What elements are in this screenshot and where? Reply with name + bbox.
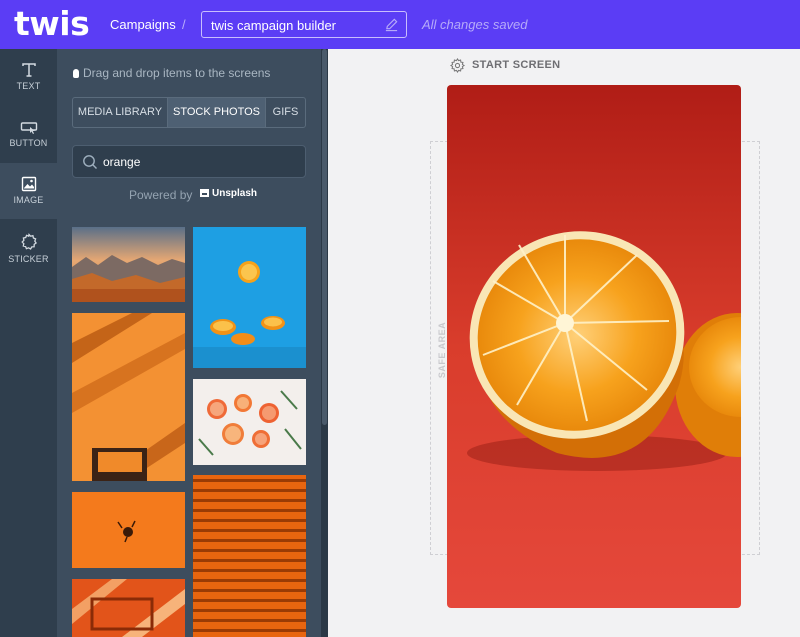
breadcrumb-campaigns[interactable]: Campaigns (110, 17, 176, 32)
campaign-title-text: twis campaign builder (211, 18, 337, 33)
save-status: All changes saved (422, 17, 528, 32)
lightbulb-icon (73, 69, 79, 78)
photo-orange-spiral-image (72, 579, 185, 637)
panel-scroll-thumb[interactable] (322, 49, 327, 425)
campaign-title-field[interactable]: twis campaign builder (201, 11, 407, 38)
stock-photo-orange-figure[interactable] (72, 492, 185, 568)
search-box[interactable] (72, 145, 306, 178)
tool-rail: TEXT BUTTON IMAGE STICKER (0, 49, 57, 637)
photo-grapefruit-slices-image (193, 379, 306, 465)
stock-photo-mountains[interactable] (72, 227, 185, 302)
powered-by-label: Powered by (129, 188, 193, 202)
rail-item-image[interactable]: IMAGE (0, 163, 57, 219)
stock-photo-orange-spiral[interactable] (72, 579, 185, 637)
button-icon (20, 122, 37, 134)
sticker-icon (20, 233, 37, 250)
stock-photos-panel: Drag and drop items to the screens MEDIA… (57, 49, 321, 637)
start-screen-text: START SCREEN (472, 59, 561, 71)
photo-mountains-image (72, 227, 185, 302)
top-bar: twis Campaigns / twis campaign builder A… (0, 0, 800, 49)
gear-icon[interactable] (450, 58, 465, 73)
panel-scrollbar[interactable] (321, 49, 328, 637)
tab-media-library[interactable]: MEDIA LIBRARY (73, 98, 168, 127)
stock-photo-grapefruit-slices[interactable] (193, 379, 306, 465)
search-input[interactable] (103, 153, 293, 171)
safe-area-label: SAFE AREA (437, 321, 447, 379)
breadcrumb-separator: / (182, 17, 186, 32)
text-icon (21, 63, 36, 77)
image-icon (21, 176, 36, 192)
rail-label-text: TEXT (16, 81, 41, 91)
rail-label-image: IMAGE (13, 195, 44, 205)
rail-item-button[interactable]: BUTTON (0, 106, 57, 162)
start-screen-label[interactable]: START SCREEN (450, 58, 560, 73)
stock-photo-orange-blinds[interactable] (193, 475, 306, 637)
rail-label-sticker: STICKER (8, 254, 49, 264)
tab-stock-photos[interactable]: STOCK PHOTOS (168, 98, 266, 127)
photo-orange-stairs-image (72, 313, 185, 481)
photo-orange-blinds-image (193, 475, 306, 637)
screen-preview[interactable] (447, 85, 741, 608)
rail-item-text[interactable]: TEXT (0, 49, 57, 105)
media-tabs: MEDIA LIBRARY STOCK PHOTOS GIFS (72, 97, 306, 128)
pencil-icon[interactable] (384, 17, 399, 32)
app-logo[interactable]: twis (14, 4, 90, 43)
tab-gifs[interactable]: GIFS (266, 98, 305, 127)
drag-hint-text: Drag and drop items to the screens (83, 66, 271, 80)
stock-photo-orange-slices-blue[interactable] (193, 227, 306, 368)
photo-orange-figure-image (72, 492, 185, 568)
photo-orange-slices-blue-image (193, 227, 306, 368)
orange-background-image[interactable] (447, 85, 741, 608)
rail-item-sticker[interactable]: STICKER (0, 220, 57, 276)
unsplash-logo[interactable]: Unsplash (200, 188, 257, 199)
search-icon (83, 155, 97, 169)
stock-photo-orange-stairs[interactable] (72, 313, 185, 481)
rail-label-button: BUTTON (9, 138, 48, 148)
editor-canvas: START SCREEN SAFE AREA (328, 49, 800, 637)
drag-hint: Drag and drop items to the screens (73, 66, 270, 80)
unsplash-icon (200, 189, 209, 197)
provider-name: Unsplash (212, 188, 258, 199)
